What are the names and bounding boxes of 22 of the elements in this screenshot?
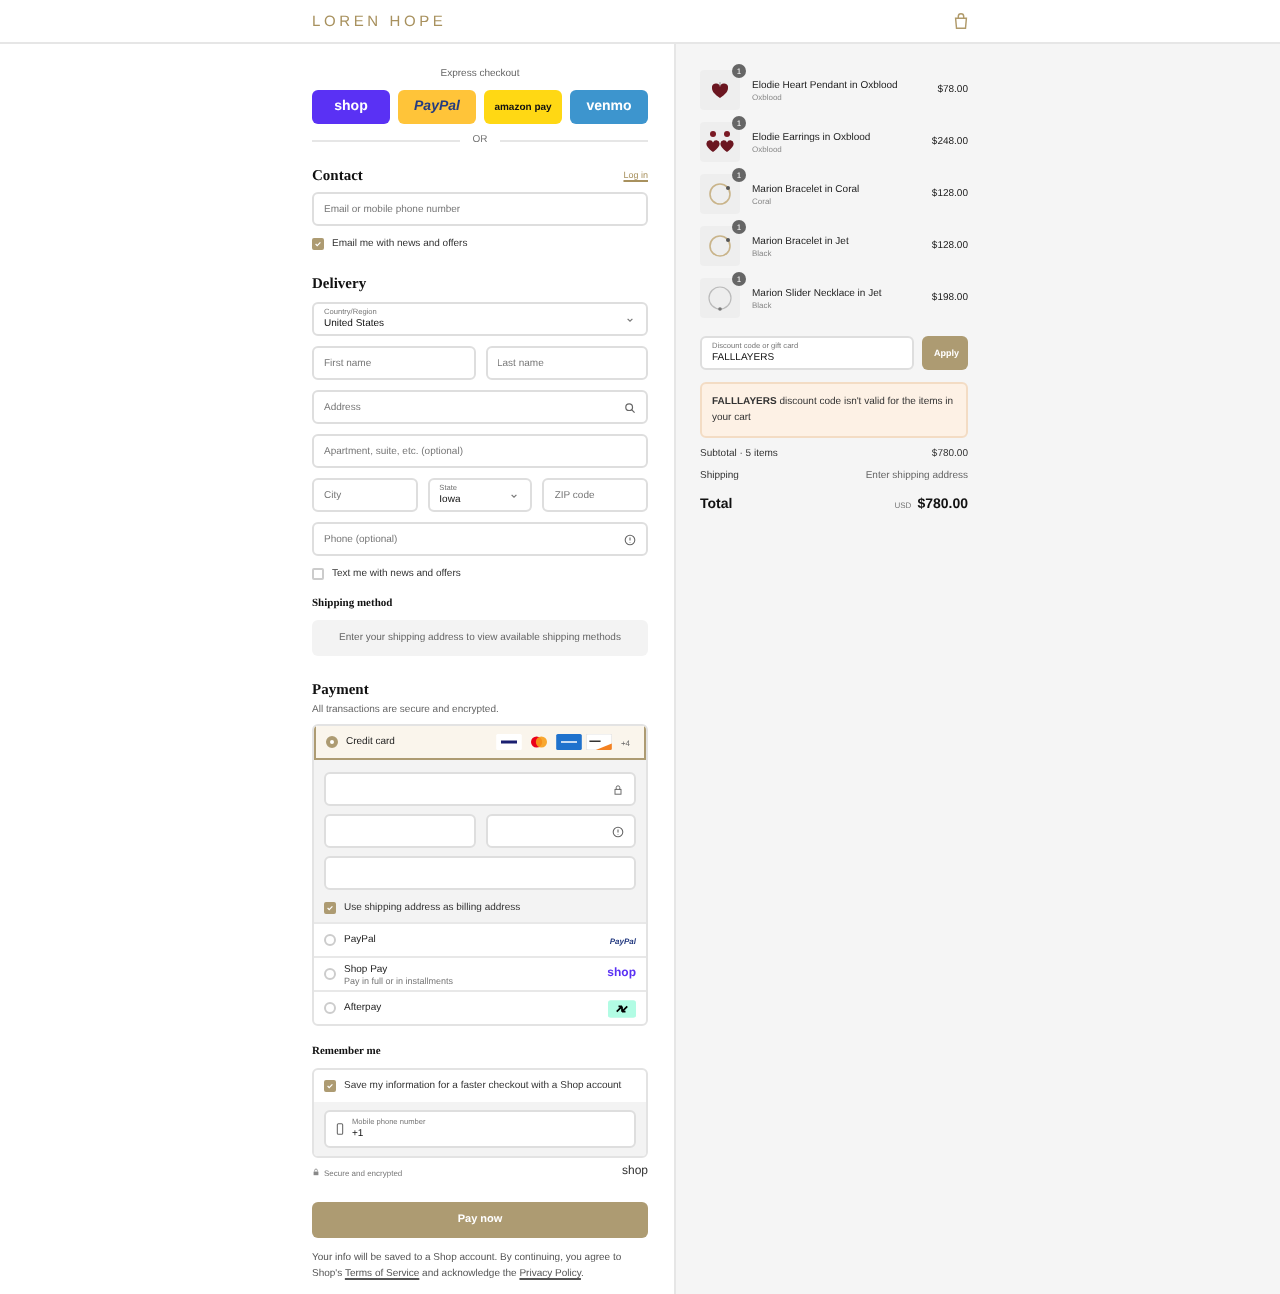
checkbox[interactable] bbox=[312, 237, 324, 249]
lock-icon bbox=[612, 783, 624, 795]
chevron-down-icon bbox=[508, 490, 521, 502]
card-logo-icon bbox=[526, 734, 553, 750]
search-icon bbox=[624, 401, 636, 413]
card-input-field[interactable] bbox=[324, 856, 636, 890]
help-icon[interactable] bbox=[624, 533, 636, 545]
checkbox[interactable] bbox=[324, 901, 336, 913]
mobile-phone-icon bbox=[336, 1122, 344, 1136]
card-input-field[interactable] bbox=[324, 814, 475, 848]
help-icon[interactable] bbox=[612, 825, 624, 837]
card-logo-icon bbox=[556, 734, 583, 750]
card-logo-icon bbox=[586, 734, 613, 750]
card-input-field[interactable] bbox=[485, 814, 636, 848]
afterpay-logo-icon bbox=[608, 999, 636, 1017]
card-logo-icon bbox=[496, 734, 523, 750]
checkbox[interactable] bbox=[324, 1080, 336, 1092]
card-input-field[interactable] bbox=[324, 772, 636, 806]
checkbox[interactable] bbox=[312, 567, 324, 579]
lock-icon bbox=[312, 1168, 320, 1176]
chevron-down-icon bbox=[624, 314, 636, 326]
shopping-bag-icon[interactable] bbox=[952, 12, 970, 30]
